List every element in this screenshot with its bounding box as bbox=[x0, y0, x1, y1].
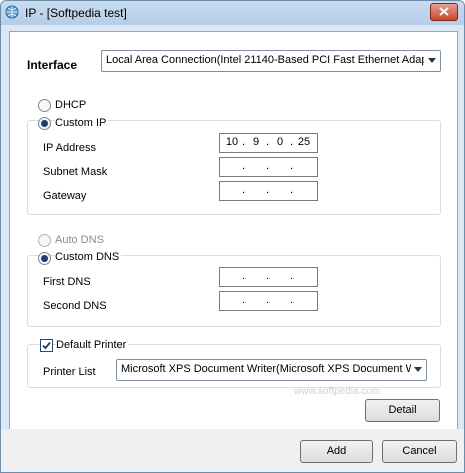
printer-list-select[interactable]: Microsoft XPS Document Writer(Microsoft … bbox=[116, 359, 427, 381]
network-globe-icon bbox=[5, 5, 19, 19]
ip-address-field[interactable]: 10 . 9 . 0 . 25 bbox=[219, 133, 318, 153]
dialog-window: IP - [Softpedia test] Interface Local Ar… bbox=[0, 0, 465, 473]
dhcp-label: DHCP bbox=[55, 99, 87, 111]
watermark-text: www.softpedia.com bbox=[294, 386, 381, 397]
custom-ip-label: Custom IP bbox=[55, 117, 109, 129]
custom-dns-label: Custom DNS bbox=[55, 251, 122, 263]
ip-octet-2: 9 bbox=[252, 136, 260, 148]
title-bar: IP - [Softpedia test] bbox=[1, 1, 464, 25]
ip-octet-4: 25 bbox=[297, 136, 311, 148]
interface-select-value: Local Area Connection(Intel 21140-Based … bbox=[106, 54, 424, 66]
gateway-field[interactable]: ... bbox=[219, 181, 318, 201]
close-icon bbox=[439, 7, 449, 16]
cancel-button[interactable]: Cancel bbox=[382, 440, 457, 463]
close-button[interactable] bbox=[430, 3, 458, 21]
subnet-mask-field[interactable]: ... bbox=[219, 157, 318, 177]
detail-button[interactable]: Detail bbox=[365, 399, 440, 422]
ip-octet-3: 0 bbox=[276, 136, 284, 148]
chevron-down-icon bbox=[428, 58, 436, 63]
printer-list-value: Microsoft XPS Document Writer(Microsoft … bbox=[121, 363, 411, 375]
ip-address-label: IP Address bbox=[43, 142, 96, 154]
subnet-mask-label: Subnet Mask bbox=[43, 166, 108, 178]
custom-dns-radio[interactable] bbox=[38, 252, 51, 265]
checkmark-icon bbox=[42, 341, 51, 350]
auto-dns-label: Auto DNS bbox=[55, 234, 104, 246]
add-button[interactable]: Add bbox=[300, 440, 373, 463]
window-title: IP - [Softpedia test] bbox=[25, 6, 127, 20]
custom-ip-radio[interactable] bbox=[38, 117, 51, 130]
first-dns-label: First DNS bbox=[43, 276, 91, 288]
chevron-down-icon bbox=[414, 367, 422, 372]
printer-list-label: Printer List bbox=[43, 366, 96, 378]
gateway-label: Gateway bbox=[43, 190, 87, 202]
second-dns-label: Second DNS bbox=[43, 300, 107, 312]
dhcp-radio[interactable] bbox=[38, 99, 51, 112]
footer-bar: Add Cancel bbox=[1, 429, 464, 472]
interface-select[interactable]: Local Area Connection(Intel 21140-Based … bbox=[101, 50, 441, 72]
auto-dns-radio[interactable] bbox=[38, 234, 51, 247]
default-printer-label: Default Printer bbox=[56, 339, 129, 351]
ip-octet-1: 10 bbox=[225, 136, 239, 148]
default-printer-checkbox[interactable] bbox=[40, 339, 53, 352]
first-dns-field[interactable]: ... bbox=[219, 267, 318, 287]
second-dns-field[interactable]: ... bbox=[219, 291, 318, 311]
main-panel: Interface Local Area Connection(Intel 21… bbox=[9, 31, 458, 430]
interface-label: Interface bbox=[27, 58, 78, 72]
